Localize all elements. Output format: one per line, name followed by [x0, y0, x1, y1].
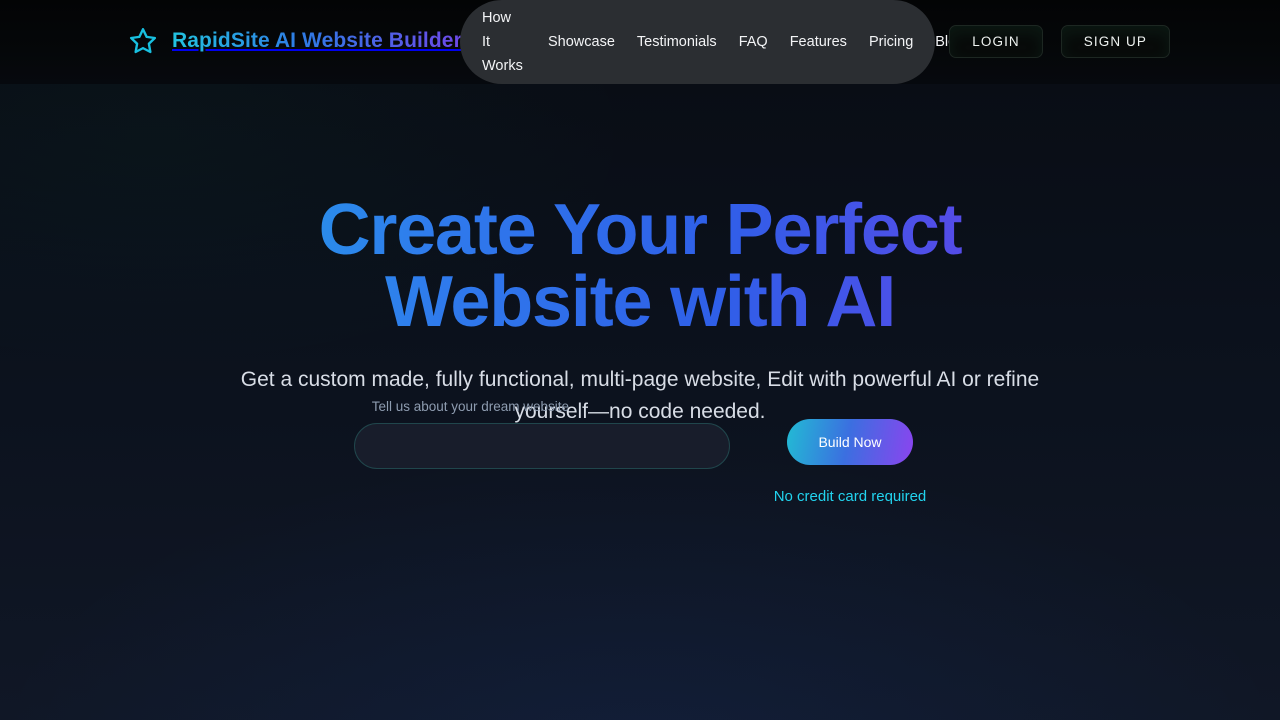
headline-line-1: Create Your Perfect: [318, 190, 962, 270]
prompt-field-group: Tell us about your dream website: [353, 399, 730, 469]
nav-item-faq[interactable]: FAQ: [739, 30, 768, 54]
primary-nav: How It Works Showcase Testimonials FAQ F…: [460, 0, 964, 84]
login-button[interactable]: LOGIN: [949, 25, 1043, 58]
page-title: Create Your Perfect Website with AI: [0, 194, 1280, 338]
auth-actions: LOGIN SIGN UP: [949, 25, 1170, 58]
brand-name: RapidSite AI Website Builder: [172, 29, 462, 52]
no-credit-card-note: No credit card required: [773, 488, 927, 505]
hero-section: Create Your Perfect Website with AI Get …: [0, 84, 1280, 428]
brand-logo-link[interactable]: RapidSite AI Website Builder: [128, 26, 462, 56]
nav-item-showcase[interactable]: Showcase: [548, 30, 615, 54]
nav-item-testimonials[interactable]: Testimonials: [637, 30, 717, 54]
prompt-input[interactable]: [353, 423, 730, 469]
cta-group: Build Now No credit card required: [773, 399, 927, 505]
site-header: RapidSite AI Website Builder How It Work…: [0, 0, 1280, 84]
prompt-input-label: Tell us about your dream website: [371, 399, 570, 414]
signup-button[interactable]: SIGN UP: [1060, 25, 1170, 58]
star-icon: [129, 28, 157, 54]
nav-item-features[interactable]: Features: [790, 30, 847, 54]
headline-line-2: Website with AI: [384, 262, 896, 342]
hero-form: Tell us about your dream website Build N…: [0, 399, 1280, 505]
nav-item-pricing[interactable]: Pricing: [869, 30, 913, 54]
landing-page: RapidSite AI Website Builder How It Work…: [0, 0, 1280, 720]
build-now-button[interactable]: Build Now: [786, 419, 913, 465]
nav-item-how-it-works[interactable]: How It Works: [482, 6, 523, 78]
